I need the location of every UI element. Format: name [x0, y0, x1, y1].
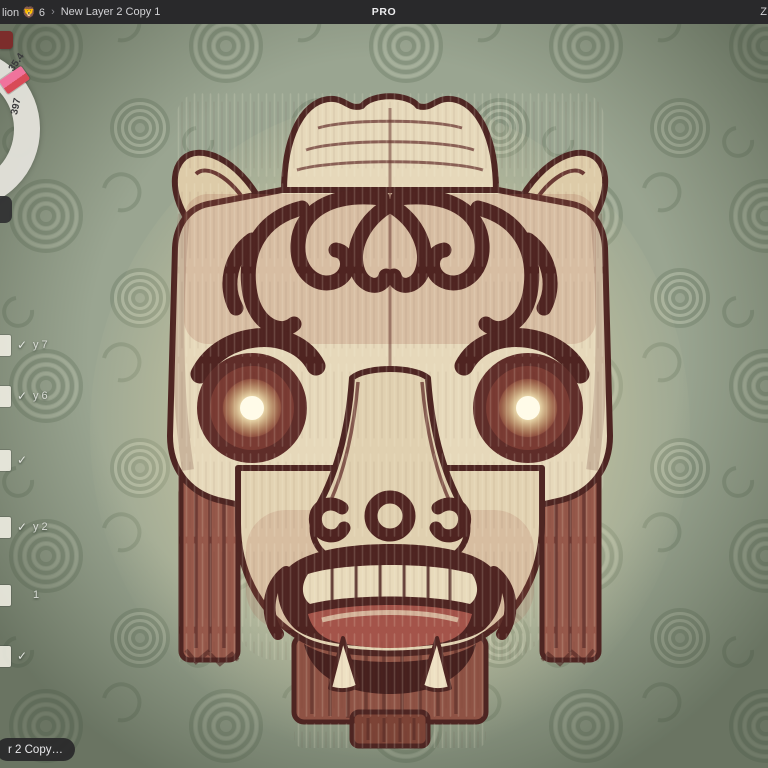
app-window: lion 🦁 6 › New Layer 2 Copy 1 PRO Z 35.4… [0, 0, 768, 768]
artwork-lion-mask [0, 0, 768, 768]
layer-thumbnail [0, 645, 11, 667]
layer-label: y 2 [33, 521, 48, 533]
layer-thumbnail [0, 584, 11, 606]
layer-thumbnail [0, 334, 11, 356]
check-icon[interactable]: ✓ [16, 389, 28, 403]
layer-thumbnail [0, 449, 11, 471]
breadcrumb: lion 🦁 6 › New Layer 2 Copy 1 [2, 0, 160, 24]
check-icon[interactable]: ✓ [16, 338, 28, 352]
canvas[interactable] [0, 0, 768, 768]
layer-list: ✓ y 7 ✓ y 6 ✓ ✓ y 2 1 ✓ [0, 0, 80, 768]
check-icon[interactable]: ✓ [16, 649, 28, 663]
layer-thumbnail [0, 385, 11, 407]
layer-label: y 6 [33, 390, 48, 402]
layer-row[interactable]: ✓ [0, 448, 33, 472]
layer-label: 1 [33, 589, 40, 601]
check-icon[interactable]: ✓ [16, 453, 28, 467]
top-right-label[interactable]: Z [760, 0, 767, 24]
layer-row[interactable]: ✓ y 6 [0, 384, 48, 408]
breadcrumb-current-layer[interactable]: New Layer 2 Copy 1 [61, 6, 161, 18]
breadcrumb-gallery[interactable]: lion 🦁 6 [2, 6, 45, 19]
layer-row[interactable]: ✓ [0, 644, 33, 668]
layer-row[interactable]: ✓ y 2 [0, 515, 48, 539]
check-icon[interactable]: ✓ [16, 520, 28, 534]
chevron-right-icon: › [51, 6, 55, 18]
layer-thumbnail [0, 516, 11, 538]
layer-label: y 7 [33, 339, 48, 351]
current-layer-badge[interactable]: r 2 Copy… [0, 738, 75, 761]
pro-badge: PRO [371, 6, 397, 18]
top-bar: lion 🦁 6 › New Layer 2 Copy 1 PRO Z [0, 0, 768, 24]
layer-row[interactable]: 1 [0, 583, 39, 607]
layer-row[interactable]: ✓ y 7 [0, 333, 48, 357]
